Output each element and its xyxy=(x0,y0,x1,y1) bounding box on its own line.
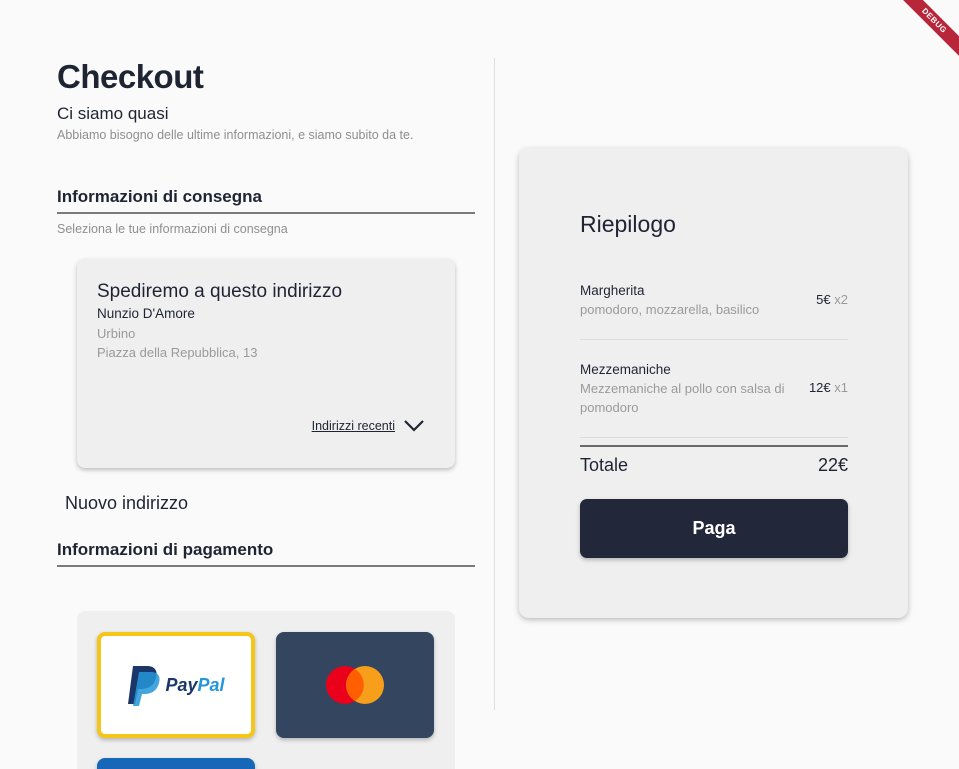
payment-section-title: Informazioni di pagamento xyxy=(57,540,475,567)
new-address-button[interactable]: Nuovo indirizzo xyxy=(65,493,188,514)
item-description: pomodoro, mozzarella, basilico xyxy=(580,302,760,317)
address-city: Urbino xyxy=(97,326,136,341)
pay-button[interactable]: Paga xyxy=(580,499,848,558)
item-description: Mezzemaniche al pollo con salsa di pomod… xyxy=(580,381,785,415)
page-subtitle: Ci siamo quasi xyxy=(57,104,169,123)
checkout-header: Checkout Ci siamo quasi Abbiamo bisogno … xyxy=(57,58,475,145)
paypal-logo: PayPal xyxy=(127,664,225,706)
item-price-value: 12€ xyxy=(808,380,831,395)
chevron-down-icon[interactable] xyxy=(403,419,425,433)
card-option-3[interactable] xyxy=(97,758,255,769)
paypal-logo-text-2: Pal xyxy=(197,674,225,695)
total-row: Totale 22€ xyxy=(580,455,848,476)
address-card-heading: Spediremo a questo indirizzo xyxy=(97,281,343,302)
item-price: 12€ x1 xyxy=(809,380,848,395)
mastercard-icon xyxy=(326,666,384,704)
column-divider xyxy=(494,58,495,710)
item-quantity: x2 xyxy=(834,292,848,307)
total-label: Totale xyxy=(580,455,629,475)
total-divider xyxy=(580,445,848,447)
item-price-value: 5€ xyxy=(816,292,831,307)
item-name: Mezzemaniche xyxy=(580,362,671,377)
page-intro: Abbiamo bisogno delle ultime informazion… xyxy=(57,128,414,142)
item-divider xyxy=(580,437,848,438)
order-summary-card: Riepilogo Margherita pomodoro, mozzarell… xyxy=(519,148,908,618)
address-street: Piazza della Repubblica, 13 xyxy=(97,345,258,360)
address-card[interactable]: Spediremo a questo indirizzo Nunzio D'Am… xyxy=(77,259,455,468)
delivery-section-title: Informazioni di consegna xyxy=(57,187,475,214)
address-name: Nunzio D'Amore xyxy=(97,306,195,321)
paypal-logo-text-1: Pay xyxy=(165,674,198,695)
total-value: 22€ xyxy=(817,455,848,475)
item-quantity: x1 xyxy=(834,380,848,395)
item-name: Margherita xyxy=(580,283,645,298)
debug-banner: DEBUG xyxy=(890,0,959,65)
payment-methods-panel: PayPal xyxy=(77,611,455,769)
summary-title: Riepilogo xyxy=(580,211,676,237)
recent-addresses-dropdown[interactable]: Indirizzi recenti xyxy=(312,419,425,433)
item-divider xyxy=(580,339,848,340)
paypal-icon xyxy=(128,666,161,706)
summary-item: Mezzemaniche Mezzemaniche al pollo con s… xyxy=(580,362,848,417)
paypal-option[interactable]: PayPal xyxy=(97,632,255,738)
mastercard-option[interactable] xyxy=(276,632,434,738)
summary-item: Margherita pomodoro, mozzarella, basilic… xyxy=(580,283,848,319)
page-title: Checkout xyxy=(57,58,204,95)
delivery-section-subtitle: Seleziona le tue informazioni di consegn… xyxy=(57,222,288,236)
item-price: 5€ x2 xyxy=(816,292,848,307)
recent-addresses-label[interactable]: Indirizzi recenti xyxy=(312,419,395,433)
checkout-page: DEBUG Checkout Ci siamo quasi Abbiamo bi… xyxy=(0,0,959,769)
